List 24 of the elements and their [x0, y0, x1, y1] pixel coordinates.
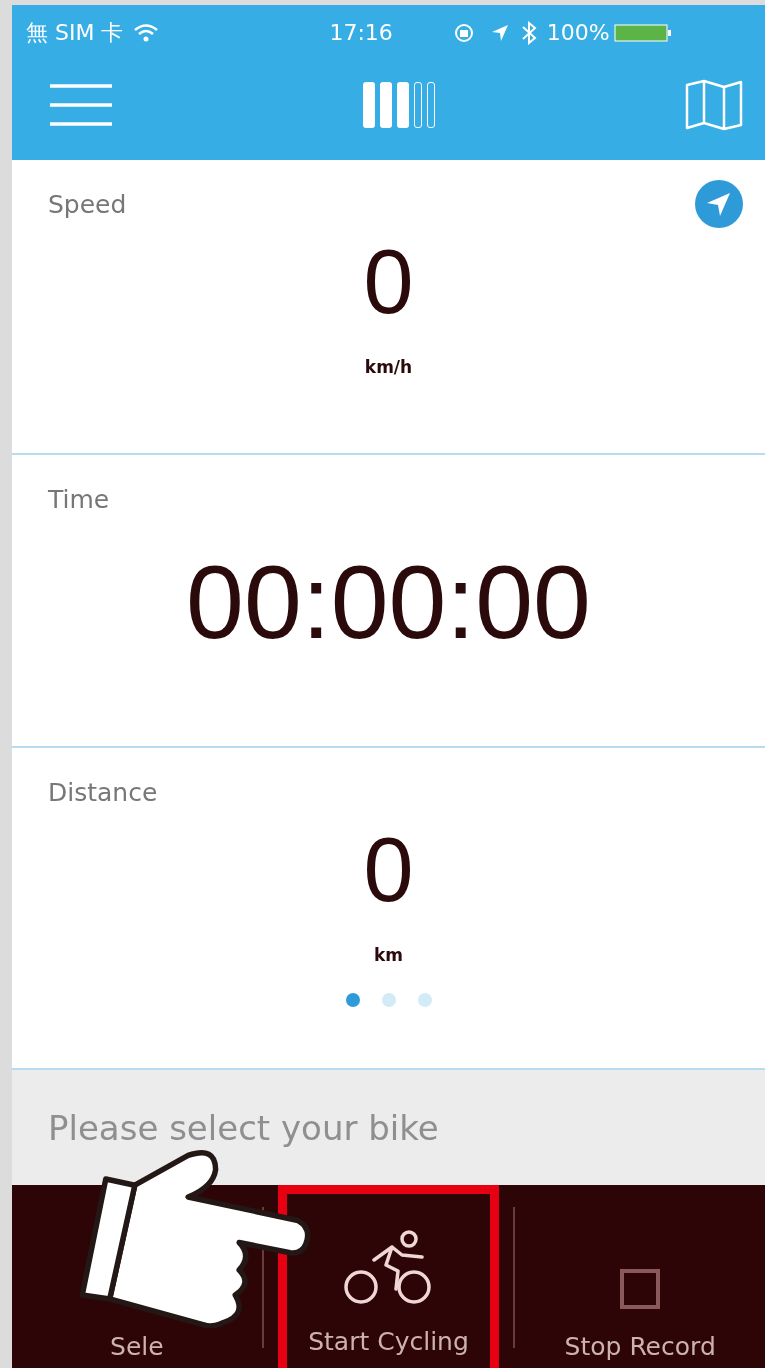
map-icon[interactable] [685, 79, 743, 131]
battery-percent-text: 100% [546, 20, 610, 45]
toolbar-button[interactable]: Sele [110, 1332, 164, 1365]
clock-text: 17:16 [329, 20, 393, 45]
metric-label: Time [48, 485, 110, 514]
carrier-text: 無 SIM 卡 [26, 18, 124, 47]
page-dot[interactable] [417, 993, 432, 1007]
metric-label: Distance [48, 778, 158, 807]
bluetooth-icon [520, 20, 537, 45]
stop-square-icon [619, 1268, 662, 1310]
metric-value: 0 [363, 237, 414, 327]
rotation-lock-icon [452, 21, 475, 44]
metric-value: 0 [363, 825, 414, 915]
wifi-icon [133, 22, 160, 43]
metric-value: 00:00:00 [186, 550, 591, 654]
metric-unit: km [374, 945, 403, 965]
page-dot[interactable] [381, 993, 396, 1007]
menu-icon[interactable] [50, 83, 112, 127]
toolbar-button[interactable]: Stop Record [564, 1268, 716, 1365]
metric-unit: km/h [364, 357, 413, 377]
location-arrow-icon [490, 23, 509, 42]
battery-icon [613, 23, 674, 42]
page-dot[interactable] [345, 993, 360, 1007]
metric-label: Speed [48, 190, 127, 219]
